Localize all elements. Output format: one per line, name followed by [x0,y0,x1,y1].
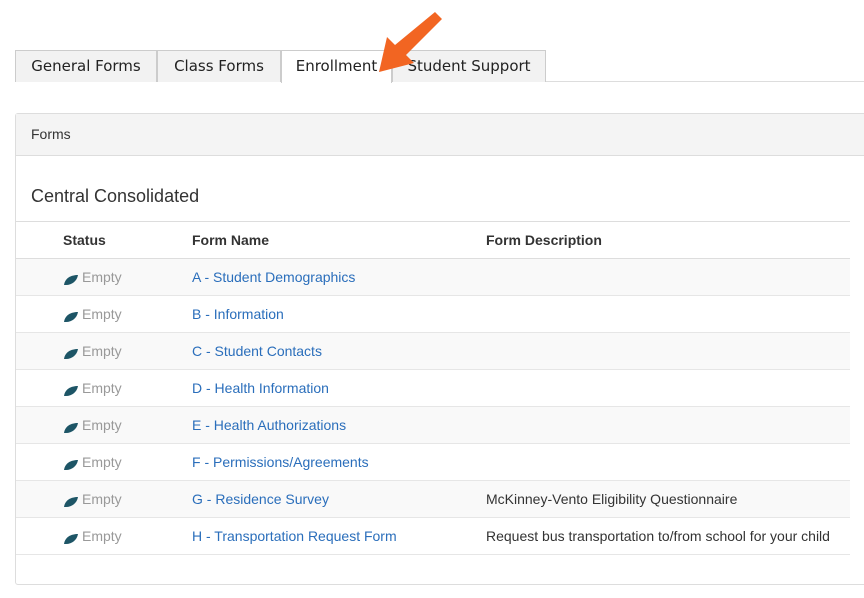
form-description-cell [486,406,850,444]
form-description-header: Form Description [486,221,850,259]
status-text: Empty [82,380,122,396]
tab-general-forms[interactable]: General Forms [15,50,157,82]
status-text: Empty [82,343,122,359]
table-row: Empty D - Health Information [16,369,850,407]
panel-heading: Forms [16,114,864,156]
arrow-pointer-icon [379,12,442,72]
leaf-icon [63,384,79,396]
form-link[interactable]: G - Residence Survey [192,491,329,507]
table-row: Empty F - Permissions/Agreements [16,443,850,481]
form-name-cell: B - Information [192,295,486,333]
table-header-row: Status Form Name Form Description [16,221,850,259]
tab-class-forms[interactable]: Class Forms [157,50,281,82]
form-name-cell: G - Residence Survey [192,480,486,518]
form-link[interactable]: E - Health Authorizations [192,417,346,433]
table-row: Empty C - Student Contacts [16,332,850,370]
leaf-icon [63,347,79,359]
status-cell: Empty [16,517,192,555]
table-row: Empty E - Health Authorizations [16,406,850,444]
form-name-header: Form Name [192,221,486,259]
leaf-icon [63,421,79,433]
form-name-cell: H - Transportation Request Form [192,517,486,555]
form-link[interactable]: C - Student Contacts [192,343,322,359]
form-description-cell [486,332,850,370]
form-link[interactable]: F - Permissions/Agreements [192,454,369,470]
form-name-cell: A - Student Demographics [192,258,486,296]
table-row: Empty B - Information [16,295,850,333]
status-text: Empty [82,269,122,285]
leaf-icon [63,495,79,507]
status-cell: Empty [16,369,192,407]
form-description-cell: McKinney-Vento Eligibility Questionnaire [486,480,850,518]
status-text: Empty [82,306,122,322]
table-row: Empty H - Transportation Request Form Requ… [16,517,850,555]
status-cell: Empty [16,406,192,444]
status-cell: Empty [16,295,192,333]
leaf-icon [63,532,79,544]
leaf-icon [63,458,79,470]
forms-panel: Forms Central Consolidated Status Form N… [15,113,864,585]
status-cell: Empty [16,443,192,481]
form-description-cell [486,295,850,333]
form-description-cell [486,369,850,407]
status-text: Empty [82,491,122,507]
table-row: Empty A - Student Demographics [16,258,850,296]
form-name-cell: C - Student Contacts [192,332,486,370]
forms-table: Status Form Name Form Description Empty A… [16,221,850,555]
leaf-icon [63,310,79,322]
status-cell: Empty [16,480,192,518]
status-header: Status [16,221,192,259]
form-link[interactable]: B - Information [192,306,284,322]
status-text: Empty [82,528,122,544]
leaf-icon [63,273,79,285]
form-name-cell: D - Health Information [192,369,486,407]
status-text: Empty [82,454,122,470]
form-link[interactable]: D - Health Information [192,380,329,396]
form-name-cell: F - Permissions/Agreements [192,443,486,481]
form-description-cell [486,443,850,481]
status-cell: Empty [16,258,192,296]
status-cell: Empty [16,332,192,370]
form-name-cell: E - Health Authorizations [192,406,486,444]
status-text: Empty [82,417,122,433]
form-description-cell [486,258,850,296]
form-link[interactable]: A - Student Demographics [192,269,355,285]
form-description-cell: Request bus transportation to/from schoo… [486,517,850,555]
table-row: Empty G - Residence Survey McKinney-Vento … [16,480,850,518]
form-link[interactable]: H - Transportation Request Form [192,528,397,544]
district-name: Central Consolidated [31,186,200,206]
